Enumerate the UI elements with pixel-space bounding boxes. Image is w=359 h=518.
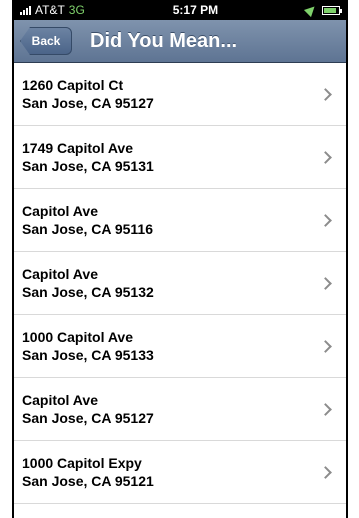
chevron-right-icon	[319, 150, 332, 164]
status-bar: AT&T 3G 5:17 PM	[14, 0, 346, 20]
address-street: 1000 Capitol Expy	[22, 455, 142, 471]
list-item[interactable]: 1260 Capitol Ct San Jose, CA 95127	[14, 63, 346, 126]
chevron-right-icon	[319, 87, 332, 101]
list-item[interactable]: 1749 Capitol Ave San Jose, CA 95131	[14, 126, 346, 189]
address-city: San Jose, CA 95127	[22, 410, 154, 426]
chevron-right-icon	[319, 339, 332, 353]
address-city: San Jose, CA 95116	[22, 221, 154, 237]
address-street: Capitol Ave	[22, 203, 98, 219]
address-city: San Jose, CA 95133	[22, 347, 154, 363]
address-street: 1260 Capitol Ct	[22, 77, 124, 93]
chevron-right-icon	[319, 402, 332, 416]
chevron-right-icon	[319, 465, 332, 479]
list-item[interactable]: 1000 Capitol Expy San Jose, CA 95121	[14, 441, 346, 504]
address-city: San Jose, CA 95121	[22, 473, 154, 489]
location-arrow-icon	[303, 2, 319, 18]
address-city: San Jose, CA 95127	[22, 95, 154, 111]
list-item[interactable]: Capitol Ave San Jose, CA 95132	[14, 252, 346, 315]
phone-screen: AT&T 3G 5:17 PM Back Did You Mean... 126…	[12, 0, 348, 518]
list-item[interactable]: Capitol Ave San Jose, CA 95116	[14, 189, 346, 252]
address-street: 1749 Capitol Ave	[22, 140, 134, 156]
status-left: AT&T 3G	[20, 3, 85, 17]
list-item[interactable]: Capitol Ave San Jose, CA 95127	[14, 378, 346, 441]
address-street: Capitol Ave	[22, 266, 98, 282]
list-item[interactable]: 1000 Capitol Ave San Jose, CA 95133	[14, 315, 346, 378]
network-type: 3G	[68, 3, 85, 17]
back-button[interactable]: Back	[20, 27, 72, 55]
address-street: 1000 Capitol Ave	[22, 329, 134, 345]
address-results-list: 1260 Capitol Ct San Jose, CA 95127 1749 C…	[14, 63, 346, 504]
chevron-right-icon	[319, 276, 332, 290]
battery-icon	[322, 5, 342, 15]
address-city: San Jose, CA 95131	[22, 158, 154, 174]
signal-bars-icon	[20, 5, 31, 15]
status-right	[303, 2, 342, 18]
chevron-right-icon	[319, 213, 332, 227]
navigation-bar: Back Did You Mean...	[14, 20, 346, 63]
carrier-name: AT&T	[35, 3, 65, 17]
status-time: 5:17 PM	[172, 3, 219, 17]
address-street: Capitol Ave	[22, 392, 98, 408]
page-title: Did You Mean...	[90, 29, 238, 52]
address-city: San Jose, CA 95132	[22, 284, 154, 300]
